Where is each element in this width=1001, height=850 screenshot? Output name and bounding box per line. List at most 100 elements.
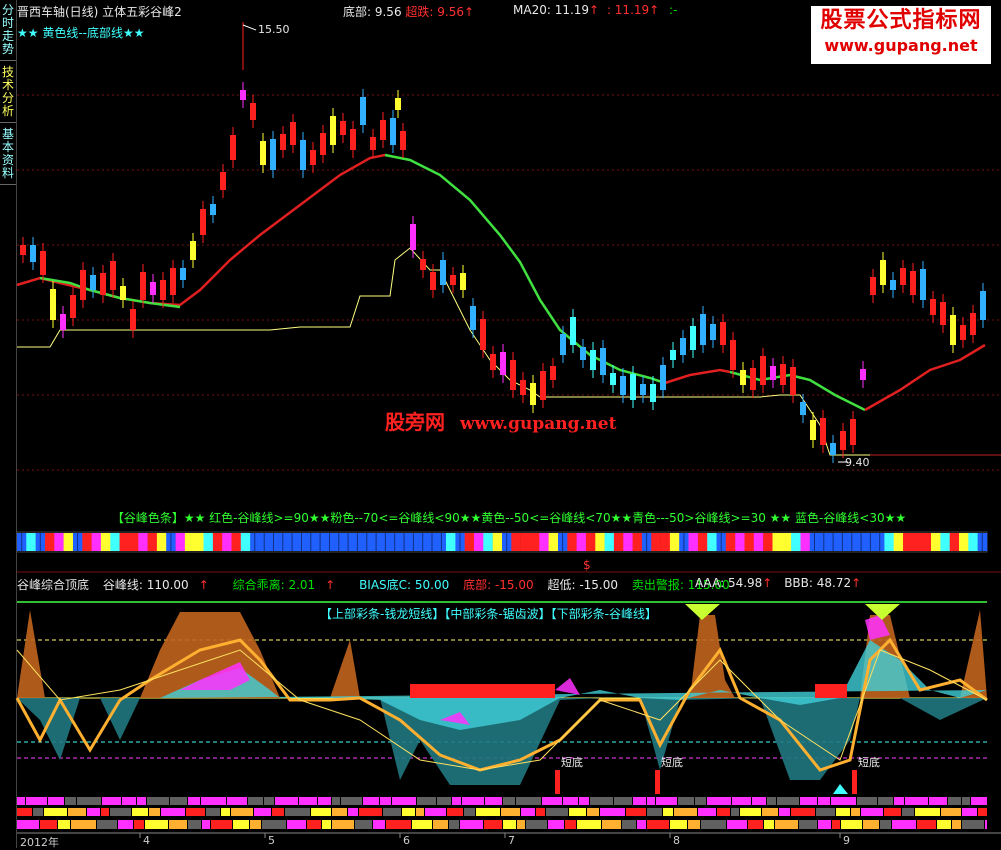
signal-strip-cell	[341, 797, 362, 805]
candle-body	[190, 241, 196, 260]
candle-body	[390, 118, 396, 145]
signal-strip-cell	[221, 808, 230, 816]
signal-strip-cell	[577, 820, 601, 829]
signal-strip-cell	[799, 820, 817, 829]
candle-body	[520, 380, 526, 395]
color-bar-cell	[567, 533, 577, 551]
signal-strip-cell	[587, 808, 599, 816]
signal-strip-cell	[332, 797, 340, 805]
candle-body	[420, 259, 426, 270]
signal-strip-cell	[299, 797, 317, 805]
candle-body	[310, 150, 316, 165]
signal-strip-cell	[145, 820, 168, 829]
candle-body	[360, 97, 366, 125]
signal-strip-cell	[355, 820, 372, 829]
candle-body	[600, 348, 606, 375]
candle-body	[50, 289, 56, 320]
candle-body	[120, 286, 126, 300]
color-bar-cell	[100, 533, 111, 551]
signal-strip-cell	[614, 797, 632, 805]
candle-body	[90, 275, 96, 290]
short-bottom-label: 短底	[858, 756, 880, 769]
color-bar-cell	[772, 533, 783, 551]
color-bar-cell	[884, 533, 894, 551]
low-price-label: 9.40	[845, 456, 870, 469]
signal-strip-cell	[678, 797, 694, 805]
candle-body	[890, 280, 896, 290]
signal-strip-cell	[698, 808, 716, 816]
color-bar-cell	[464, 533, 475, 551]
signal-strip-cell	[647, 820, 669, 829]
signal-strip-cell	[122, 797, 136, 805]
up-arrow-icon: ↑	[589, 3, 600, 17]
up-arrow-icon: ↑	[762, 576, 773, 590]
color-bar-cell	[54, 533, 64, 551]
signal-strip-cell	[836, 808, 850, 816]
candle-body	[740, 370, 746, 385]
color-bar-cell	[82, 533, 92, 551]
color-bar-cell	[800, 533, 811, 551]
candle-body	[700, 314, 706, 345]
signal-strip-cell	[962, 797, 970, 805]
color-bar-cell	[949, 533, 960, 551]
color-bar-cell	[688, 533, 699, 551]
signal-strip-cell	[383, 808, 401, 816]
candle-body	[920, 269, 926, 300]
color-bar-cell	[492, 533, 503, 551]
color-bar-cell	[940, 533, 950, 551]
signal-strip-cell	[516, 797, 541, 805]
candle-body	[110, 261, 116, 290]
candle-body	[650, 384, 656, 402]
candle-body	[620, 376, 626, 395]
signal-strip-cell	[318, 797, 331, 805]
color-bar-cell	[931, 533, 941, 551]
color-bar-cell	[725, 533, 736, 551]
indicator-name: 谷峰综合顶底	[17, 578, 90, 592]
signal-strip-cell	[17, 797, 25, 805]
signal-strip-cell	[892, 820, 916, 829]
candle-body	[630, 374, 636, 400]
signal-strip-cell	[44, 808, 67, 816]
signal-strip-cell	[97, 820, 117, 829]
signal-strip-cell	[602, 820, 621, 829]
chart-subtitle: ★★ 黄色线--底部线★★	[17, 26, 145, 40]
color-bar-cell	[651, 533, 661, 551]
site-watermark: 股票公式指标网 www.gupang.net	[811, 6, 991, 64]
signal-strip-cell	[962, 820, 984, 829]
color-bar-cell	[669, 533, 680, 551]
signal-strip-cell	[762, 808, 778, 816]
candle-body	[260, 141, 266, 165]
signal-strip-cell	[460, 820, 483, 829]
signal-strip-cell	[101, 808, 109, 816]
ma20-label: MA20: 11.19	[513, 3, 590, 17]
short-bottom-label: 短底	[661, 756, 683, 769]
signal-strip-cell	[863, 820, 879, 829]
signal-strip-cell	[563, 797, 578, 805]
color-bar-cell	[585, 533, 596, 551]
color-bar-cell	[128, 533, 139, 551]
signal-strip-cell	[485, 797, 502, 805]
candle-body	[570, 317, 576, 345]
signal-strip-cell	[169, 820, 187, 829]
signal-strip-cell	[332, 820, 354, 829]
color-bar-cell	[530, 533, 540, 551]
candle-body	[150, 282, 156, 295]
signal-strip-cell	[71, 820, 96, 829]
watermark-title: 股票公式指标网	[820, 8, 982, 33]
signal-strip-cell	[188, 797, 200, 805]
bias-label: BIAS底C: 50.00	[359, 578, 450, 592]
candle-body	[480, 319, 486, 350]
signal-strip-cell	[417, 797, 436, 805]
signal-strip-cell	[272, 808, 284, 816]
color-bar-cell	[968, 533, 978, 551]
signal-strip-cell	[147, 797, 169, 805]
candle-body	[590, 350, 596, 370]
signal-strip-cell	[851, 808, 860, 816]
candle-body	[490, 354, 496, 370]
candle-body	[290, 122, 296, 145]
color-bar-cell	[744, 533, 755, 551]
signal-strip-cell	[647, 797, 655, 805]
signal-strip-cell	[134, 820, 144, 829]
signal-strip-cell	[68, 808, 86, 816]
candle-body	[580, 347, 586, 360]
